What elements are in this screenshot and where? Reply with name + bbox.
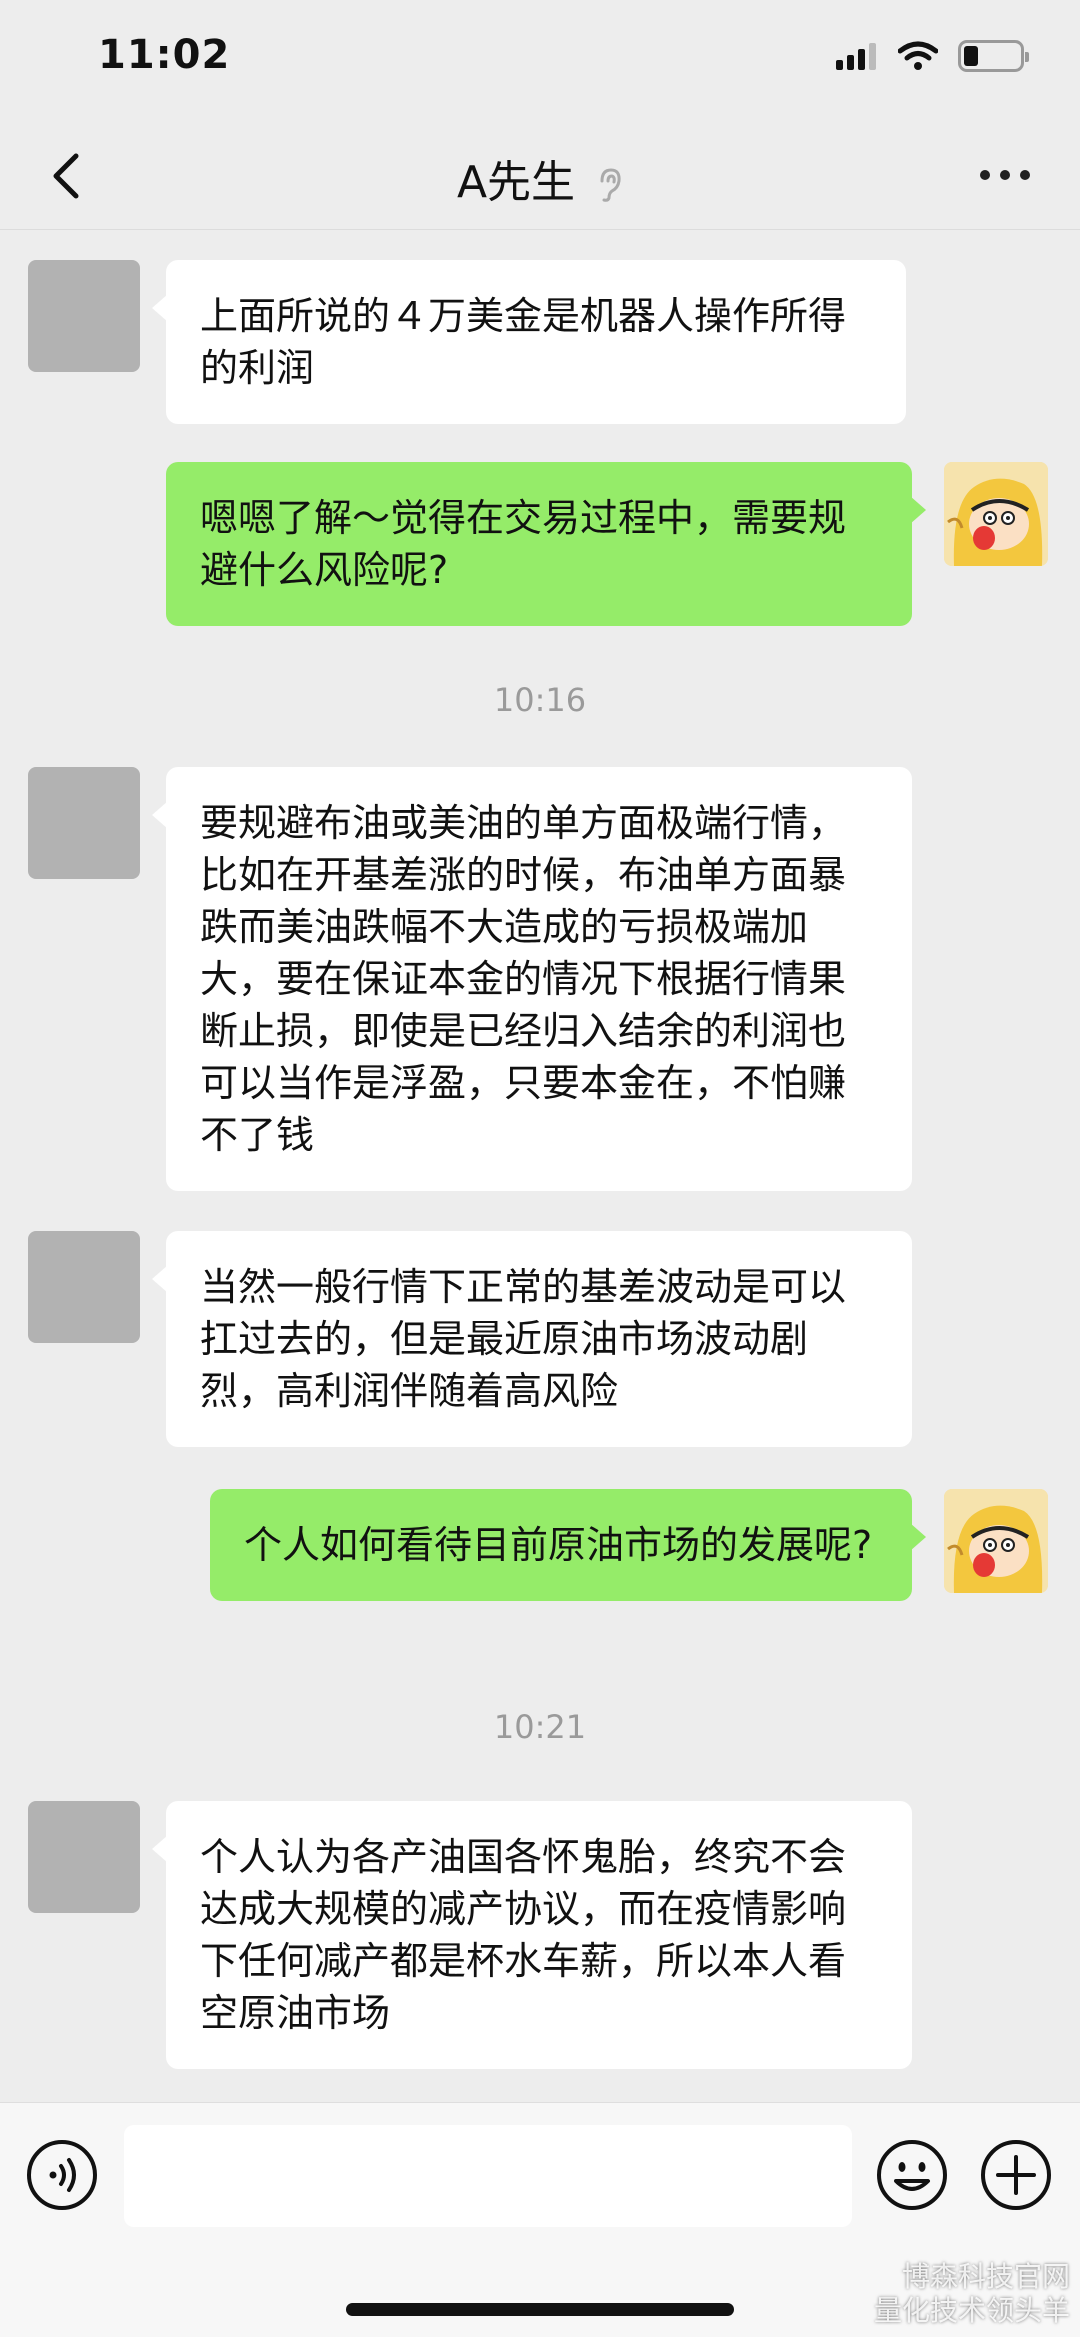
contact-avatar[interactable] [28, 1231, 140, 1343]
message-bubble[interactable]: 上面所说的４万美金是机器人操作所得的利润 [152, 260, 906, 424]
message-timestamp: 10:16 [493, 681, 587, 719]
message-text: 个人认为各产油国各怀鬼胎，终究不会达成大规模的减产协议，而在疫情影响下任何减产都… [200, 1835, 847, 2035]
message-bubble[interactable]: 当然一般行情下正常的基差波动是可以扛过去的，但是最近原油市场波动剧烈，高利润伴随… [152, 1231, 912, 1447]
home-indicator[interactable] [346, 2303, 734, 2316]
watermark-line-1: 博森科技官网 [901, 2260, 1070, 2293]
message-bubble[interactable]: 个人认为各产油国各怀鬼胎，终究不会达成大规模的减产协议，而在疫情影响下任何减产都… [152, 1801, 912, 2069]
user-avatar[interactable] [944, 1489, 1048, 1593]
cellular-signal-icon [836, 42, 876, 70]
message-input[interactable] [124, 2125, 852, 2227]
status-time: 11:02 [98, 32, 231, 78]
watermark: 博森科技官网 量化技术领头羊 [874, 2260, 1070, 2328]
contact-name: A先生 [456, 157, 576, 208]
ear-icon [600, 168, 621, 202]
message-text: 嗯嗯了解～觉得在交易过程中，需要规避什么风险呢? [200, 496, 847, 592]
message-bubble[interactable]: 嗯嗯了解～觉得在交易过程中，需要规避什么风险呢? [166, 462, 926, 626]
message-text: 上面所说的４万美金是机器人操作所得的利润 [200, 294, 847, 390]
contact-avatar[interactable] [28, 1801, 140, 1913]
message-list[interactable]: 上面所说的４万美金是机器人操作所得的利润 嗯嗯了解～觉得在交易过程中，需要规避什… [0, 231, 1080, 2101]
cartoon-avatar-icon [944, 462, 1048, 566]
cartoon-avatar-icon [944, 1489, 1048, 1593]
message-text: 个人如何看待目前原油市场的发展呢? [244, 1523, 873, 1567]
plus-icon[interactable] [980, 2139, 1052, 2211]
message-bubble[interactable]: 个人如何看待目前原油市场的发展呢? [210, 1489, 926, 1601]
wifi-icon [898, 41, 938, 70]
more-options-icon[interactable] [980, 160, 1040, 190]
battery-icon [958, 40, 1029, 72]
contact-avatar[interactable] [28, 260, 140, 372]
status-bar: 11:02 [0, 0, 1080, 120]
status-icons [836, 40, 1029, 72]
user-avatar[interactable] [944, 462, 1048, 566]
chat-header: A先生 [0, 120, 1080, 230]
message-text: 当然一般行情下正常的基差波动是可以扛过去的，但是最近原油市场波动剧烈，高利润伴随… [200, 1265, 847, 1413]
chat-title: A先生 [0, 146, 1080, 210]
voice-input-icon[interactable] [26, 2139, 98, 2211]
message-timestamp: 10:21 [493, 1708, 587, 1746]
message-text: 要规避布油或美油的单方面极端行情，比如在开基差涨的时候，布油单方面暴跌而美油跌幅… [200, 801, 847, 1157]
contact-avatar[interactable] [28, 767, 140, 879]
message-bubble[interactable]: 要规避布油或美油的单方面极端行情，比如在开基差涨的时候，布油单方面暴跌而美油跌幅… [152, 767, 912, 1191]
emoji-icon[interactable] [876, 2139, 948, 2211]
watermark-line-2: 量化技术领头羊 [873, 2294, 1070, 2327]
